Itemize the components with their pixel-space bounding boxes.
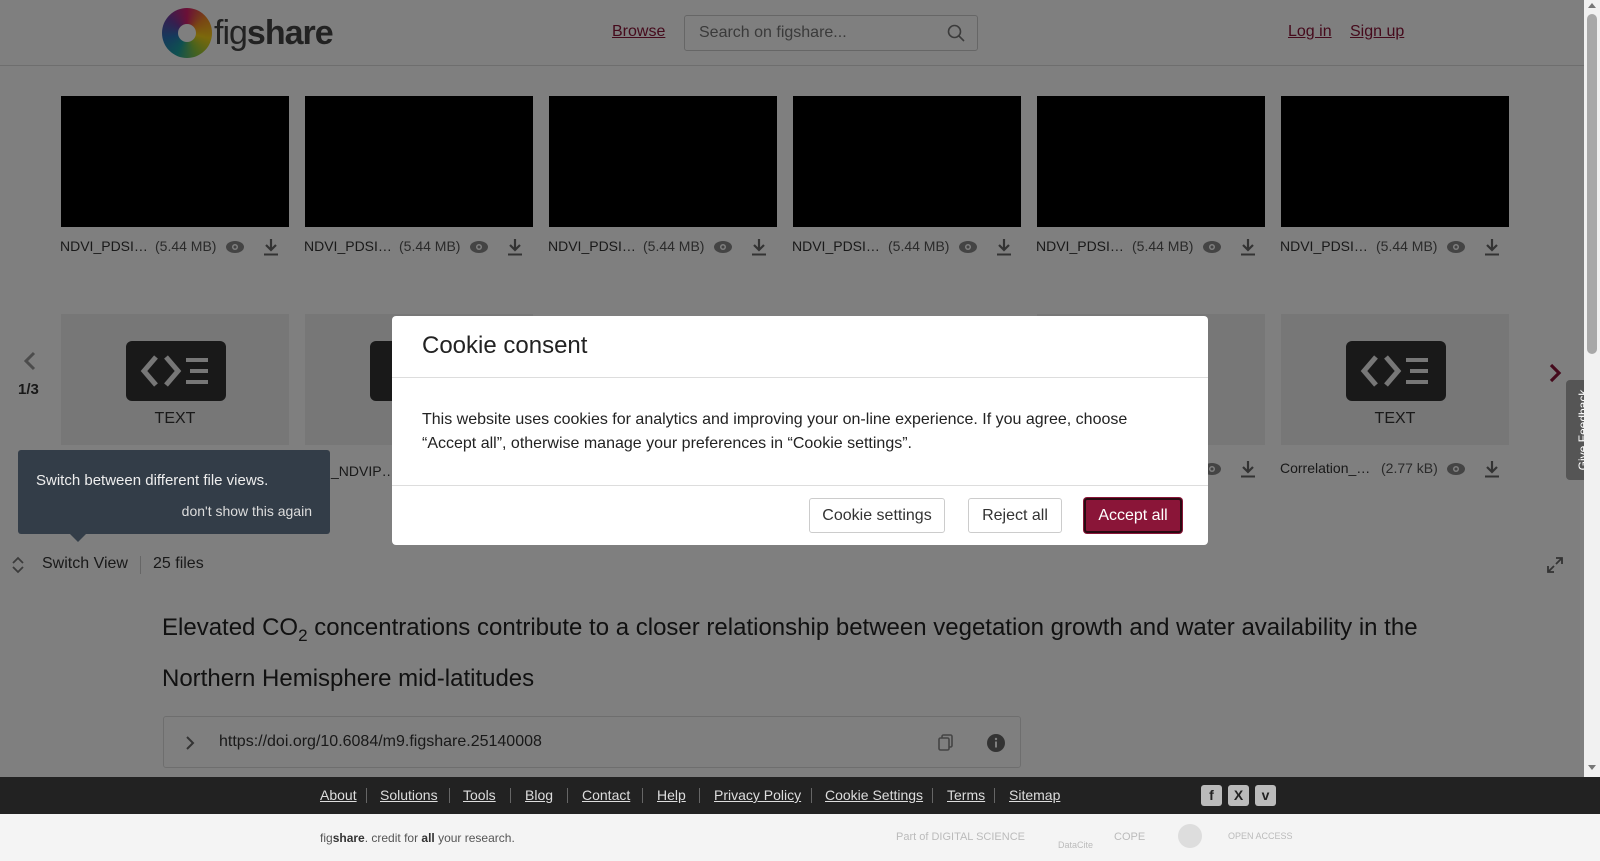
divider (811, 788, 812, 803)
accept-all-button[interactable]: Accept all (1084, 498, 1182, 533)
vimeo-icon[interactable]: v (1255, 785, 1276, 806)
tooltip-text: Switch between different file views. (36, 472, 269, 489)
modal-body: This website uses cookies for analytics … (422, 411, 1128, 452)
footer-tagline: figshare. credit for all your research. (320, 831, 515, 845)
scrollbar-thumb[interactable] (1587, 14, 1597, 354)
footer-link-blog[interactable]: Blog (525, 787, 553, 803)
footer-link-contact[interactable]: Contact (582, 787, 630, 803)
datacite-logo[interactable]: DataCite (1058, 840, 1093, 850)
footer-link-privacy-policy[interactable]: Privacy Policy (714, 787, 801, 803)
divider (642, 788, 643, 803)
digital-science-logo[interactable]: Part of DIGITAL SCIENCE (896, 831, 1025, 843)
cookie-consent-modal: Cookie consent This website uses cookies… (392, 316, 1208, 545)
page-scrollbar[interactable] (1584, 0, 1600, 777)
footer-link-cookie-settings[interactable]: Cookie Settings (825, 787, 923, 803)
dont-show-again-link[interactable]: don't show this again (182, 503, 312, 519)
scroll-down-icon[interactable] (1588, 765, 1596, 770)
cope-logo[interactable]: COPE (1114, 831, 1145, 843)
modal-title: Cookie consent (422, 332, 588, 359)
divider (932, 788, 933, 803)
footer-link-help[interactable]: Help (657, 787, 686, 803)
footer-link-terms[interactable]: Terms (947, 787, 985, 803)
scroll-up-icon[interactable] (1588, 3, 1596, 8)
switch-view-tooltip: Switch between different file views. don… (18, 450, 330, 542)
footer-link-about[interactable]: About (320, 787, 357, 803)
facebook-icon[interactable]: f (1201, 785, 1222, 806)
footer-link-solutions[interactable]: Solutions (380, 787, 438, 803)
footer-link-sitemap[interactable]: Sitemap (1009, 787, 1060, 803)
divider (699, 788, 700, 803)
divider (567, 788, 568, 803)
divider (392, 377, 1208, 378)
divider (994, 788, 995, 803)
open-access-logo[interactable]: OPEN ACCESS (1228, 831, 1293, 841)
cookie-settings-button[interactable]: Cookie settings (809, 498, 945, 533)
divider (392, 485, 1208, 486)
divider (449, 788, 450, 803)
x-icon[interactable]: X (1228, 785, 1249, 806)
footer-bottom: figshare. credit for all your research. … (0, 814, 1600, 861)
divider (510, 788, 511, 803)
footer-nav: About Solutions Tools Blog Contact Help … (0, 777, 1600, 814)
reject-all-button[interactable]: Reject all (968, 498, 1062, 533)
divider (366, 788, 367, 803)
footer-link-tools[interactable]: Tools (463, 787, 496, 803)
partner-seal-icon[interactable] (1178, 824, 1202, 848)
